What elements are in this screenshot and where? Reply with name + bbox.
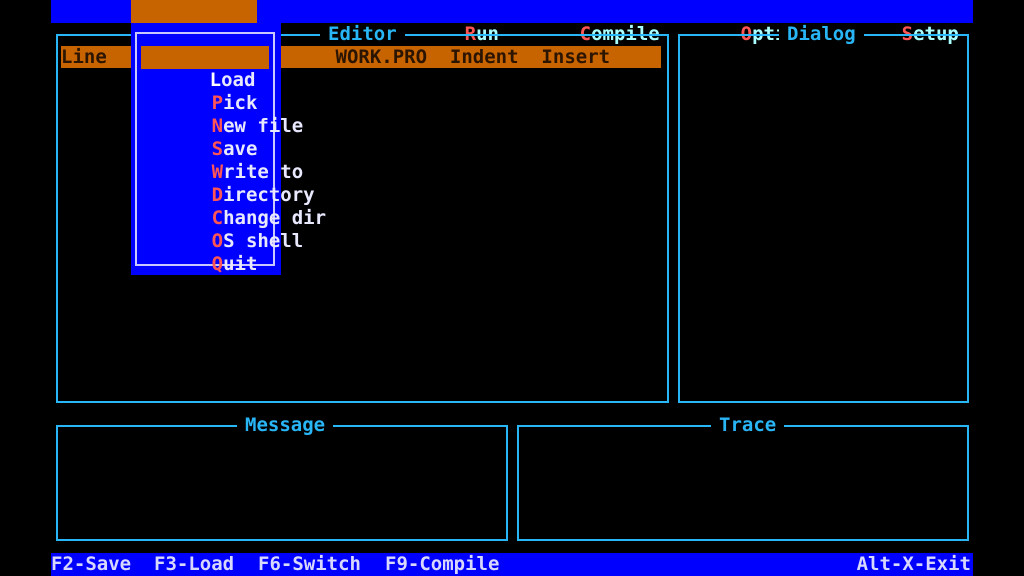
menu-setup[interactable]: Setup bbox=[833, 0, 959, 45]
files-menu-load[interactable]: Load bbox=[141, 46, 269, 91]
turbo-prolog-screen: Files Edit Run Compile Options Setup Edi… bbox=[51, 0, 973, 576]
trace-window[interactable]: Trace bbox=[517, 414, 969, 541]
dialog-title: Dialog bbox=[779, 23, 864, 45]
files-menu-write-to[interactable]: Write to bbox=[143, 138, 304, 183]
files-dropdown-menu: Load Pick New file Save Write to Directo… bbox=[131, 23, 326, 275]
fkey-load[interactable]: F3-Load bbox=[154, 553, 234, 576]
menu-files[interactable]: Files bbox=[131, 0, 257, 45]
trace-title: Trace bbox=[711, 414, 785, 436]
menu-run[interactable]: Run bbox=[396, 0, 499, 45]
files-menu-save[interactable]: Save bbox=[143, 115, 258, 160]
function-key-bar: F2-Save F3-Load F6-Switch F9-Compile Alt… bbox=[51, 553, 973, 576]
menu-compile[interactable]: Compile bbox=[511, 0, 660, 45]
files-menu-change-dir[interactable]: Change dir bbox=[143, 184, 326, 229]
menu-edit[interactable]: Edit bbox=[270, 0, 385, 45]
fkey-compile[interactable]: F9-Compile bbox=[385, 553, 499, 576]
message-title: Message bbox=[237, 414, 334, 436]
menu-bar: Files Edit Run Compile Options Setup bbox=[51, 0, 973, 45]
editor-title: Editor bbox=[320, 23, 405, 45]
dialog-window[interactable]: Dialog bbox=[678, 23, 969, 403]
files-menu-quit-label: uit bbox=[223, 253, 258, 275]
files-menu-quit-hotkey: Q bbox=[211, 253, 224, 275]
files-menu-directory[interactable]: Directory bbox=[143, 161, 315, 206]
fkey-save[interactable]: F2-Save bbox=[51, 553, 131, 576]
files-menu-pick[interactable]: Pick bbox=[143, 69, 258, 114]
files-menu-quit[interactable]: Quit bbox=[143, 230, 258, 275]
fkey-exit[interactable]: Alt-X-Exit bbox=[857, 553, 971, 576]
fkey-switch[interactable]: F6-Switch bbox=[258, 553, 361, 576]
menu-options[interactable]: Options bbox=[672, 0, 821, 45]
files-menu-new-file[interactable]: New file bbox=[143, 92, 304, 137]
files-menu-os-shell[interactable]: OS shell bbox=[143, 207, 304, 252]
message-window[interactable]: Message bbox=[56, 414, 508, 541]
